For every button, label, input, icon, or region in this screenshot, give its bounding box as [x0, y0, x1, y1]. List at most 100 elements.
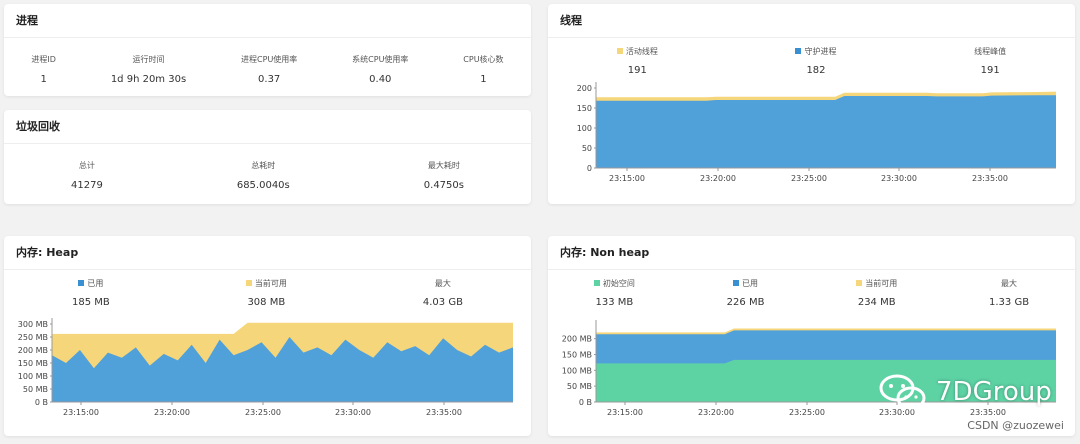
heap-title: 内存: Heap	[4, 236, 531, 270]
x-tick-label: 23:25:00	[791, 174, 827, 183]
stat-label: CPU核心数	[463, 55, 504, 64]
legend-committed[interactable]: 当前可用 234 MB	[856, 278, 897, 308]
stat-value: 41279	[71, 180, 103, 191]
stat-label: 总计	[78, 161, 95, 170]
stat-gc-max-time: 最大耗时 0.4750s	[424, 144, 464, 191]
stat-value: 1d 9h 20m 30s	[110, 74, 187, 85]
legend-value: 234 MB	[857, 297, 896, 308]
legend-label: 初始空间	[602, 279, 635, 288]
legend-swatch	[733, 280, 740, 286]
y-tick-label: 100 MB	[18, 372, 48, 381]
legend-label: 守护进程	[804, 47, 837, 56]
watermark-credit: CSDN @zuozewei	[967, 419, 1064, 432]
gc-title: 垃圾回收	[4, 110, 531, 144]
legend-daemon-threads[interactable]: 守护进程 182	[795, 46, 836, 76]
stat-value: 1	[40, 74, 47, 85]
process-stats: 进程ID 1 运行时间 1d 9h 20m 30s 进程CPU使用率 0.37 系统C…	[4, 38, 531, 85]
x-tick-label: 23:15:00	[63, 408, 99, 417]
nonheap-legend: 初始空间 133 MB 已用 226 MB 当前可用 234 MB 最大 1.33 GB	[548, 278, 1075, 308]
stat-process-id: 进程ID 1	[31, 38, 56, 85]
y-tick-label: 100	[577, 124, 592, 133]
heap-chart: 0 B 50 MB 100 MB 150 MB 200 MB 250 MB 300 MB 23…	[18, 318, 513, 417]
stat-value: 0.37	[258, 74, 281, 85]
legend-init[interactable]: 初始空间 133 MB	[593, 278, 635, 308]
legend-label: 线程峰值	[974, 47, 1007, 56]
stat-label: 系统CPU使用率	[352, 55, 409, 64]
legend-swatch	[78, 280, 85, 286]
y-tick-label: 200	[577, 84, 592, 93]
stat-label: 进程ID	[31, 55, 56, 64]
legend-committed[interactable]: 当前可用 308 MB	[245, 278, 287, 308]
legend-swatch	[795, 48, 802, 54]
y-tick-label: 50	[582, 144, 592, 153]
legend-used[interactable]: 已用 226 MB	[727, 278, 765, 308]
y-tick-label: 0 B	[579, 398, 592, 407]
y-tick-label: 0	[587, 164, 592, 173]
stat-system-cpu: 系统CPU使用率 0.40	[352, 38, 408, 85]
stat-value: 1	[480, 74, 487, 85]
x-tick-label: 23:35:00	[972, 174, 1008, 183]
y-tick-label: 150 MB	[562, 351, 592, 360]
watermark-brand: 7DGroup	[936, 377, 1052, 407]
x-tick-label: 23:20:00	[700, 174, 736, 183]
gc-stats: 总计 41279 总耗时 685.0040s 最大耗时 0.4750s	[4, 144, 531, 191]
legend-active-threads[interactable]: 活动线程 191	[616, 46, 658, 76]
legend-label: 最大	[434, 279, 451, 288]
x-tick-label: 23:15:00	[607, 408, 643, 417]
y-tick-label: 250 MB	[18, 333, 48, 342]
x-tick-label: 23:15:00	[609, 174, 645, 183]
legend-swatch	[616, 48, 623, 54]
legend-value: 1.33 GB	[989, 297, 1030, 308]
legend-value: 308 MB	[247, 297, 286, 308]
x-tick-label: 23:20:00	[154, 408, 190, 417]
legend-value: 191	[980, 65, 1000, 76]
y-tick-label: 50 MB	[23, 385, 48, 394]
process-title: 进程	[4, 4, 531, 38]
threads-title: 线程	[548, 4, 1075, 38]
x-tick-label: 23:35:00	[426, 408, 462, 417]
legend-label: 活动线程	[625, 47, 658, 56]
legend-max: 最大 1.33 GB	[989, 278, 1029, 308]
stat-label: 进程CPU使用率	[241, 55, 298, 64]
heap-card: 内存: Heap 已用 185 MB 当前可用 308 MB 最大 4.03 GB 0…	[4, 236, 531, 436]
stat-process-cpu: 进程CPU使用率 0.37	[241, 38, 297, 85]
watermark: 7DGroup	[878, 372, 1052, 412]
threads-chart: 0 50 100 150 200 23:15:00 23:20:00 23:25:00 23:3…	[577, 82, 1056, 183]
y-tick-label: 0 B	[35, 398, 48, 407]
x-tick-label: 23:25:00	[789, 408, 825, 417]
legend-peak-threads: 线程峰值 191	[974, 46, 1006, 76]
wechat-icon	[879, 374, 926, 410]
stat-cpu-cores: CPU核心数 1	[463, 38, 503, 85]
legend-value: 226 MB	[726, 297, 765, 308]
nonheap-title: 内存: Non heap	[548, 236, 1075, 270]
stat-label: 最大耗时	[427, 161, 460, 170]
legend-swatch	[593, 280, 600, 286]
y-tick-label: 200 MB	[562, 335, 592, 344]
area-series	[596, 95, 1056, 168]
y-tick-label: 200 MB	[18, 346, 48, 355]
stat-gc-total-time: 总耗时 685.0040s	[237, 144, 290, 191]
legend-value: 185 MB	[72, 297, 110, 308]
x-tick-label: 23:30:00	[335, 408, 371, 417]
legend-label: 当前可用	[865, 279, 898, 288]
legend-label: 最大	[1001, 279, 1018, 288]
legend-label: 已用	[742, 279, 759, 288]
stat-label: 总耗时	[251, 161, 276, 170]
stat-gc-total: 总计 41279	[71, 144, 103, 191]
legend-value: 133 MB	[595, 297, 634, 308]
stat-label: 运行时间	[132, 55, 165, 64]
legend-value: 191	[627, 65, 647, 76]
heap-legend: 已用 185 MB 当前可用 308 MB 最大 4.03 GB	[4, 278, 531, 308]
threads-card: 线程 活动线程 191 守护进程 182 线程峰值 191 0 50 100 150 200 2…	[548, 4, 1075, 204]
threads-legend: 活动线程 191 守护进程 182 线程峰值 191	[548, 46, 1075, 76]
stat-uptime: 运行时间 1d 9h 20m 30s	[111, 38, 186, 85]
x-tick-label: 23:30:00	[881, 174, 917, 183]
y-tick-label: 50 MB	[567, 382, 592, 391]
gc-card: 垃圾回收 总计 41279 总耗时 685.0040s 最大耗时 0.4750s	[4, 110, 531, 204]
legend-label: 已用	[87, 279, 104, 288]
y-tick-label: 150	[577, 104, 592, 113]
legend-used[interactable]: 已用 185 MB	[72, 278, 110, 308]
stat-value: 0.40	[369, 74, 392, 85]
y-tick-label: 300 MB	[18, 320, 48, 329]
legend-max: 最大 4.03 GB	[423, 278, 463, 308]
